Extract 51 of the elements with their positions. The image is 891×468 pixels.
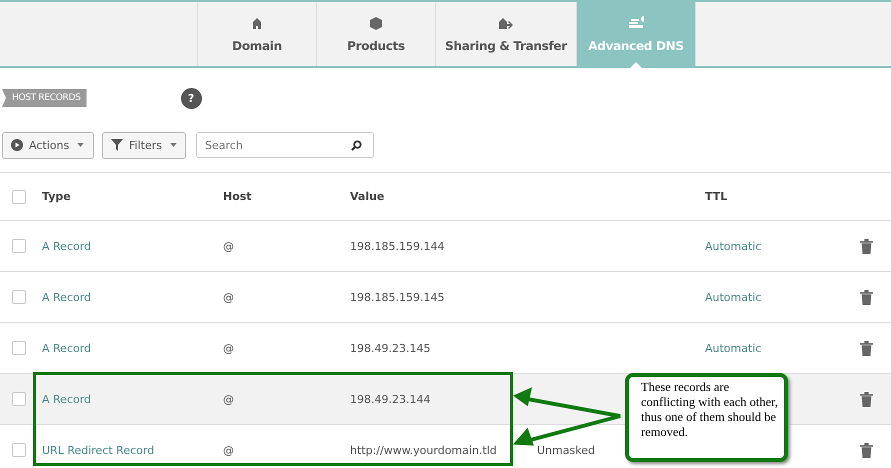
caret-icon	[77, 143, 84, 147]
table-cell: URL Redirect Record	[42, 444, 154, 456]
table-cell: A Record	[42, 392, 92, 406]
table-cell: Automatic	[705, 290, 762, 304]
checkbox[interactable]	[12, 190, 26, 204]
tab[interactable]: Products	[316, 2, 435, 66]
column-header: Value	[350, 190, 384, 203]
callout-note: These records are conflicting with each other, thus one of them should be removed.	[625, 373, 788, 462]
table-cell: Automatic	[705, 240, 762, 252]
tab-pointer	[630, 62, 642, 68]
checkbox[interactable]	[12, 392, 26, 406]
caret-icon	[170, 143, 177, 147]
checkbox[interactable]	[12, 341, 26, 355]
server-icon	[628, 16, 644, 30]
trash-icon[interactable]	[860, 290, 873, 304]
help-icon[interactable]: ?	[180, 88, 202, 108]
table-cell: 198.49.23.145	[350, 342, 430, 354]
actions-button[interactable]: Actions	[2, 132, 94, 158]
search-field[interactable]: Search	[196, 132, 374, 158]
play-icon	[11, 139, 23, 151]
house-arrow-icon	[498, 16, 514, 30]
filters-button[interactable]: Filters	[102, 132, 186, 158]
table-cell: A Record	[42, 240, 92, 252]
checkbox[interactable]	[12, 239, 26, 253]
table-cell: 198.185.159.144	[350, 240, 444, 252]
column-header: TTL	[705, 190, 728, 203]
table-cell: @	[223, 240, 234, 252]
table-cell: Unmasked	[537, 444, 595, 456]
trash-icon[interactable]	[860, 392, 873, 406]
trash-icon[interactable]	[860, 238, 873, 254]
tab[interactable]: Domain	[197, 2, 316, 66]
table-cell: @	[223, 392, 234, 406]
table-cell: http://www.yourdomain.tld	[350, 444, 497, 456]
section-tag: HOST RECORDS	[2, 89, 87, 107]
table-cell: 198.49.23.144	[350, 392, 430, 406]
table-cell: A Record	[42, 342, 92, 354]
table-cell: 198.185.159.145	[350, 290, 444, 304]
box-icon	[368, 16, 384, 30]
trash-icon[interactable]	[860, 442, 873, 458]
checkbox[interactable]	[12, 443, 26, 457]
funnel-icon	[111, 139, 123, 151]
table-cell: A Record	[42, 290, 92, 304]
table-cell: @	[223, 342, 234, 354]
trash-icon[interactable]	[860, 340, 873, 356]
column-header: Host	[223, 190, 252, 203]
table-cell: @	[223, 444, 234, 456]
column-header: Type	[42, 190, 71, 203]
checkbox[interactable]	[12, 290, 26, 304]
search-icon	[351, 140, 362, 151]
table-cell: @	[223, 290, 234, 304]
table-cell: Automatic	[705, 342, 762, 354]
